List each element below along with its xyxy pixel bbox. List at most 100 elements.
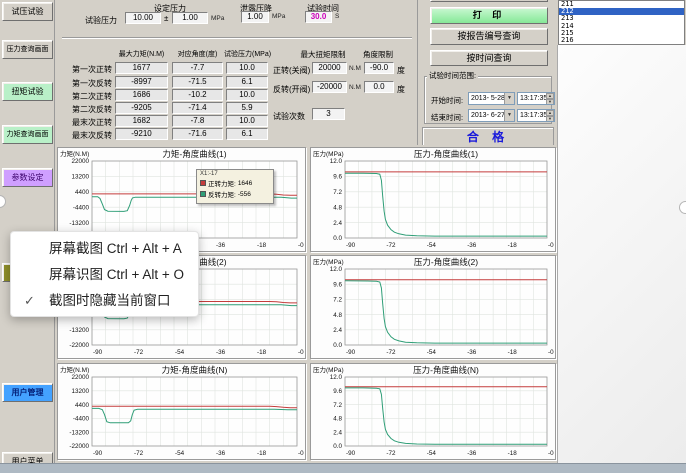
pressure-angle-chart-2: 12.09.67.24.82.40.0-90-72-54-36-18-0压力-角…	[310, 255, 556, 359]
list-item[interactable]: 214	[559, 23, 684, 30]
row-label: 第一次正转	[58, 64, 112, 75]
sidebar-item-param-settings[interactable]: 参数设定	[2, 168, 53, 187]
end-date-value: 2013- 6-27	[471, 112, 505, 119]
start-date-combo[interactable]: 2013- 5-28 ▼	[468, 92, 515, 105]
list-item[interactable]: 215	[559, 30, 684, 37]
row-angle-value: -7.7	[172, 62, 223, 74]
reverse-angle-input[interactable]: 0.0	[364, 81, 394, 93]
spin-down-icon[interactable]: ▼	[546, 116, 554, 122]
svg-text:-90: -90	[93, 450, 103, 457]
sidebar-item-torque-query[interactable]: 力矩查询画面	[2, 125, 53, 144]
mpa-unit-2: MPa	[272, 13, 285, 20]
row-label: 第二次正转	[58, 91, 112, 102]
row-torque-value: -8997	[115, 76, 168, 88]
chevron-down-icon[interactable]: ▼	[504, 110, 514, 121]
svg-text:-18: -18	[508, 349, 518, 356]
svg-text:4.8: 4.8	[333, 204, 342, 211]
spin-down-icon[interactable]: ▼	[546, 99, 554, 105]
test-time-input[interactable]: 30.0	[305, 11, 332, 23]
svg-text:-36: -36	[216, 242, 226, 249]
svg-text:4400: 4400	[75, 189, 90, 196]
row-label: 最末次反转	[58, 130, 112, 141]
sidebar-item-user-management[interactable]: 用户管理	[2, 383, 53, 402]
row-pressure-value: 10.0	[226, 62, 268, 74]
svg-text:力矩-角度曲线(1): 力矩-角度曲线(1)	[162, 149, 226, 159]
pressure-angle-chart-n: 12.09.67.24.82.40.0-90-72-54-36-18-0压力-角…	[310, 363, 556, 460]
right-edge-handle[interactable]	[679, 201, 686, 214]
cut-off-button[interactable]	[430, 0, 548, 2]
svg-text:22000: 22000	[71, 158, 89, 165]
svg-text:-72: -72	[386, 349, 396, 356]
row-angle-value: -7.8	[172, 115, 223, 127]
svg-text:-54: -54	[175, 349, 185, 356]
bottom-edge	[0, 463, 686, 473]
svg-text:-36: -36	[467, 450, 477, 457]
mpa-unit-1: MPa	[211, 15, 224, 22]
list-item[interactable]: 213	[559, 15, 684, 22]
sidebar-item-pressure-query[interactable]: 压力查询画面	[2, 40, 53, 59]
row-angle-value: -10.2	[172, 89, 223, 101]
sidebar-item-torque-test[interactable]: 扭矩试验	[2, 82, 53, 101]
list-item[interactable]: 212	[559, 8, 684, 15]
menu-item-screen-capture[interactable]: ✓ 屏幕截图 Ctrl + Alt + A	[11, 236, 198, 262]
end-date-combo[interactable]: 2013- 6-27 ▼	[468, 109, 515, 122]
svg-text:-54: -54	[175, 450, 185, 457]
row-torque-value: -9205	[115, 102, 168, 114]
svg-text:力矩(N.M): 力矩(N.M)	[60, 149, 89, 158]
query-panel: 打 印 按报告编号查询 按时间查询 试验时间范围: 开始时间: 2013- 5-…	[418, 0, 557, 145]
table-header-pressure: 试验压力(MPa)	[224, 49, 270, 59]
spinner-buttons[interactable]: ▲▼	[546, 93, 554, 104]
svg-text:-90: -90	[346, 349, 356, 356]
tooltip-reverse-value: -556	[238, 191, 251, 198]
list-item[interactable]: 216	[559, 37, 684, 44]
start-time-spinner[interactable]: 13:17:35 ▲▼	[517, 92, 555, 105]
svg-text:-36: -36	[467, 349, 477, 356]
svg-text:-72: -72	[386, 242, 396, 249]
svg-text:-0: -0	[548, 450, 554, 457]
torque-limit-header: 最大扭矩限制	[298, 49, 348, 60]
spinner-buttons[interactable]: ▲▼	[546, 110, 554, 121]
list-item[interactable]: 211	[559, 1, 684, 8]
svg-text:2.4: 2.4	[333, 220, 342, 227]
row-label: 最末次正转	[58, 117, 112, 128]
svg-text:7.2: 7.2	[333, 402, 342, 409]
chevron-down-icon[interactable]: ▼	[504, 93, 514, 104]
menu-item-label: 截图时隐藏当前窗口	[49, 293, 171, 308]
forward-angle-input[interactable]: -90.0	[364, 62, 394, 74]
menu-item-hide-window[interactable]: ✓ 截图时隐藏当前窗口	[11, 288, 198, 314]
row-pressure-value: 6.1	[226, 128, 268, 140]
pressure-angle-chart-1: 12.09.67.24.82.40.0-90-72-54-36-18-0压力-角…	[310, 147, 556, 252]
sidebar-item-pressure-test[interactable]: 试压试验	[2, 2, 53, 21]
svg-text:13200: 13200	[71, 174, 89, 181]
svg-text:-18: -18	[508, 242, 518, 249]
test-pressure-input[interactable]: 10.00	[125, 12, 161, 24]
menu-item-screen-ocr[interactable]: ✓ 屏幕识图 Ctrl + Alt + O	[11, 262, 198, 288]
table-header-torque: 最大力矩(N.M)	[115, 49, 168, 59]
svg-text:-36: -36	[467, 242, 477, 249]
degree-unit-1: 度	[397, 65, 405, 76]
svg-text:9.6: 9.6	[333, 174, 342, 181]
svg-text:4.8: 4.8	[333, 312, 342, 319]
end-time-spinner[interactable]: 13:17:35 ▲▼	[517, 109, 555, 122]
report-list[interactable]: 211 212 213 214 215 216	[558, 0, 685, 45]
screenshot-context-menu: ✓ 屏幕截图 Ctrl + Alt + A ✓ 屏幕识图 Ctrl + Alt …	[10, 231, 199, 317]
query-by-time-button[interactable]: 按时间查询	[430, 50, 548, 66]
forward-torque-input[interactable]: 20000	[312, 62, 347, 74]
svg-text:-90: -90	[346, 242, 356, 249]
svg-text:压力(MPa): 压力(MPa)	[313, 257, 344, 266]
svg-text:压力-角度曲线(2): 压力-角度曲线(2)	[414, 257, 478, 267]
divider	[62, 37, 412, 39]
svg-text:压力(MPa): 压力(MPa)	[313, 365, 344, 374]
test-pressure-tol-input[interactable]: 1.00	[172, 12, 208, 24]
reverse-torque-input[interactable]: -20000	[312, 81, 347, 93]
table-header-angle: 对应角度(度)	[172, 49, 223, 59]
row-torque-value: -9210	[115, 128, 168, 140]
svg-text:-18: -18	[508, 450, 518, 457]
row-pressure-value: 5.9	[226, 102, 268, 114]
query-by-report-button[interactable]: 按报告编号查询	[430, 28, 548, 45]
end-time-value: 13:17:35	[520, 112, 547, 119]
test-count-input[interactable]: 3	[312, 108, 345, 120]
print-button[interactable]: 打 印	[430, 7, 548, 24]
row-pressure-value: 10.0	[226, 115, 268, 127]
leak-drop-input[interactable]: 1.00	[241, 11, 269, 23]
